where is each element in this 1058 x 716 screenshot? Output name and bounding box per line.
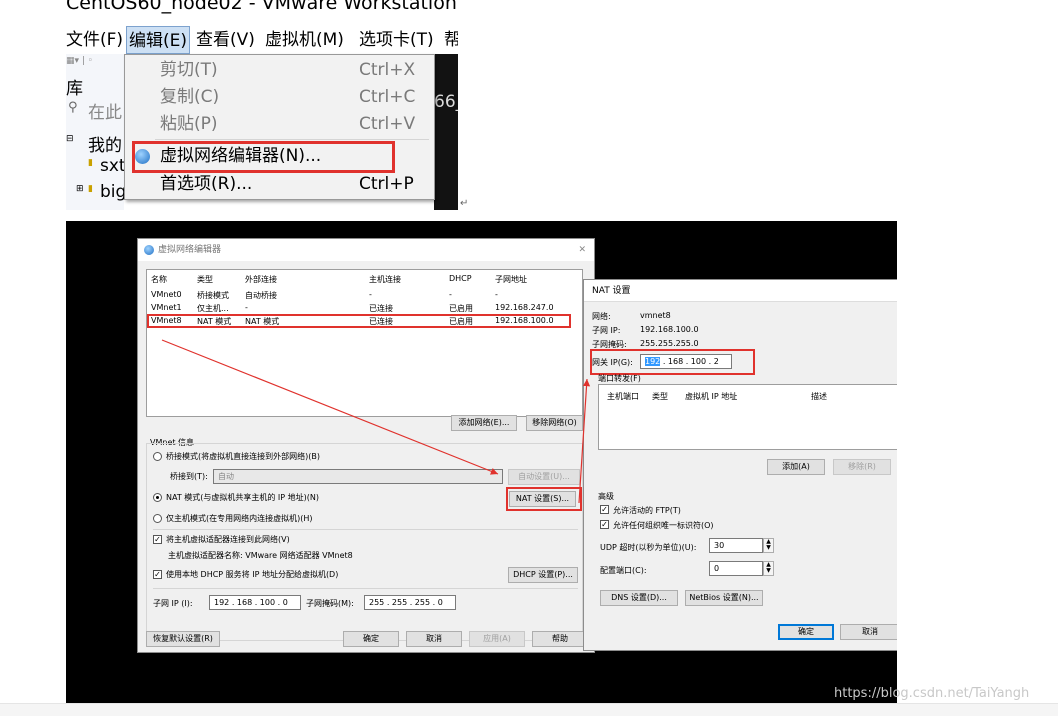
vmware-menu-screenshot: CentOS60_node02 - VMware Workstation 文件(…: [66, 0, 458, 210]
shortcut-label: Ctrl+X: [359, 60, 416, 80]
menu-file[interactable]: 文件(F): [66, 26, 123, 54]
menu-item-label: 粘贴(P): [160, 114, 218, 134]
annotation-arrows: [161, 339, 591, 504]
arrow-to-gateway: [578, 378, 591, 504]
tab-fragment-text: 66_: [434, 92, 458, 112]
menu-separator: [155, 139, 429, 140]
menu-edit[interactable]: 编辑(E): [126, 26, 191, 54]
tree-item-sxt[interactable]: sxt: [100, 156, 126, 176]
expand-icon[interactable]: ⊟: [66, 134, 74, 144]
menu-bar: 文件(F) 编辑(E) 查看(V) 虚拟机(M) 选项卡(T) 帮: [66, 26, 458, 54]
toolbar-icons: ▦▾ | ◦: [66, 56, 94, 66]
return-mark: ↵: [460, 198, 469, 209]
menu-item-paste[interactable]: 粘贴(P) Ctrl+V: [125, 111, 434, 138]
menu-item-copy[interactable]: 复制(C) Ctrl+C: [125, 84, 434, 111]
watermark: https://blog.csdn.net/TaiYangh: [834, 686, 1030, 701]
expand-icon[interactable]: ⊞: [76, 184, 84, 194]
menu-item-label: 复制(C): [160, 87, 220, 107]
shortcut-label: Ctrl+V: [359, 114, 416, 134]
menu-item-cut[interactable]: 剪切(T) Ctrl+X: [125, 57, 434, 84]
shortcut-label: Ctrl+P: [359, 174, 414, 194]
tree-item-my-computer[interactable]: 我的: [88, 131, 122, 156]
menu-item-label: 剪切(T): [160, 60, 218, 80]
menu-item-label: 首选项(R)...: [160, 174, 253, 194]
library-sidebar: ▦▾ | ◦ 库 ⚲ 在此 ⊟ 我的 ▮ sxt ⊞ ▮ big: [66, 54, 126, 210]
menu-help[interactable]: 帮: [444, 26, 458, 54]
annotation-highlight-box: [132, 141, 395, 173]
shortcut-label: Ctrl+C: [359, 87, 416, 107]
menu-vm[interactable]: 虚拟机(M): [265, 26, 344, 54]
vm-icon: ▮: [88, 158, 93, 168]
menu-item-preferences[interactable]: 首选项(R)... Ctrl+P: [125, 171, 434, 198]
vm-icon: ▮: [88, 184, 93, 194]
search-input[interactable]: 在此: [88, 98, 122, 123]
menu-view[interactable]: 查看(V): [196, 26, 255, 54]
network-editor-screenshot: 虚拟网络编辑器 ✕ 名称 类型 外部连接 主机连接 DHCP 子网地址 VMne…: [66, 221, 897, 703]
edit-menu-dropdown: 剪切(T) Ctrl+X 复制(C) Ctrl+C 粘贴(P) Ctrl+V 虚…: [124, 54, 435, 200]
library-title: 库: [66, 79, 83, 99]
tab-area-fragment: 66_: [434, 54, 458, 210]
search-icon: ⚲: [68, 100, 78, 115]
tree-item-big[interactable]: big: [100, 182, 126, 202]
arrow-to-nat-settings: [161, 339, 499, 475]
window-title: CentOS60_node02 - VMware Workstation: [66, 0, 457, 14]
menu-tabs[interactable]: 选项卡(T): [359, 26, 434, 54]
page-bottom-band: [0, 703, 1058, 716]
